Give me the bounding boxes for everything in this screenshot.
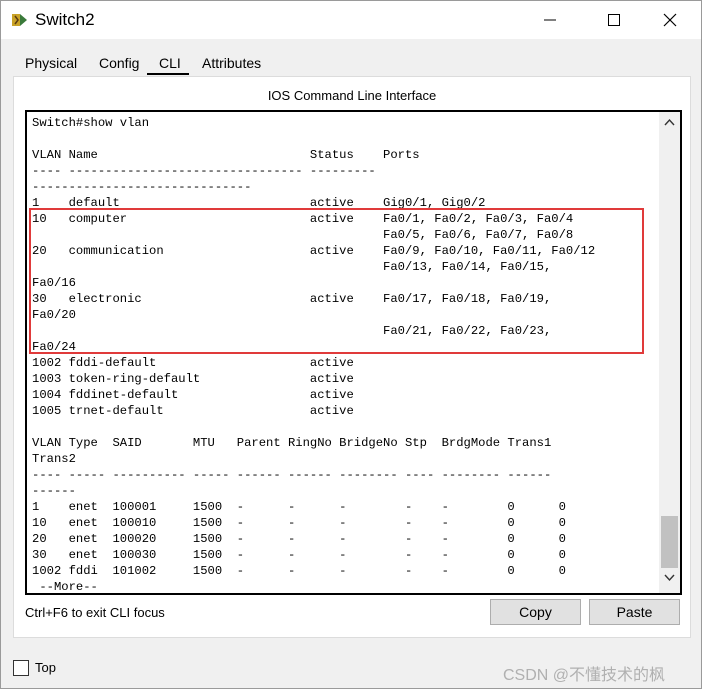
paste-button[interactable]: Paste <box>589 599 680 625</box>
maximize-icon <box>608 14 620 26</box>
close-button[interactable] <box>647 1 693 39</box>
cli-focus-hint: Ctrl+F6 to exit CLI focus <box>25 605 165 620</box>
scroll-down-icon[interactable] <box>664 574 675 582</box>
vlan-highlight-box <box>29 208 644 354</box>
active-tab-indicator <box>147 73 189 75</box>
tab-config[interactable]: Config <box>99 55 139 71</box>
tab-physical[interactable]: Physical <box>25 55 77 71</box>
maximize-button[interactable] <box>591 1 637 39</box>
minimize-icon <box>544 19 556 21</box>
cli-scrollbar[interactable] <box>659 112 680 593</box>
cli-panel: IOS Command Line Interface Switch#show v… <box>13 76 691 638</box>
app-window: Switch2 Physical Config CLI Attributes I… <box>0 0 702 689</box>
close-icon <box>663 13 677 27</box>
scroll-thumb[interactable] <box>661 516 678 568</box>
tab-cli[interactable]: CLI <box>159 55 181 71</box>
top-checkbox[interactable] <box>13 660 29 676</box>
scroll-up-icon[interactable] <box>664 118 675 126</box>
copy-button[interactable]: Copy <box>490 599 581 625</box>
tab-attributes[interactable]: Attributes <box>202 55 261 71</box>
watermark: CSDN @不懂技术的枫 <box>503 667 666 684</box>
top-label: Top <box>35 660 56 675</box>
cli-console[interactable]: Switch#show vlan VLAN Name Status Ports … <box>25 110 682 595</box>
cli-output[interactable]: Switch#show vlan VLAN Name Status Ports … <box>32 115 595 593</box>
window-title: Switch2 <box>35 10 95 29</box>
panel-title: IOS Command Line Interface <box>267 88 437 103</box>
title-bar: Switch2 <box>1 1 701 39</box>
app-icon <box>11 11 29 29</box>
minimize-button[interactable] <box>527 1 573 39</box>
